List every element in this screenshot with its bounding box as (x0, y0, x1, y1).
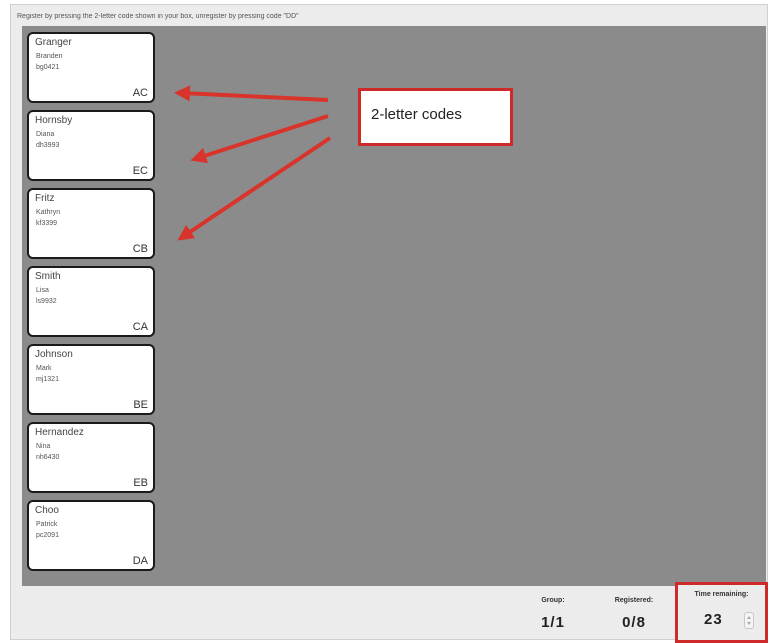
student-last-name: Granger (35, 37, 72, 48)
student-id: nh6430 (36, 454, 60, 461)
student-last-name: Johnson (35, 349, 73, 360)
student-card[interactable]: Granger Branden bg0421 AC (27, 32, 155, 103)
student-code: CB (132, 243, 148, 255)
student-last-name: Hornsby (35, 115, 73, 126)
student-card[interactable]: Smith Lisa ls9932 CA (27, 266, 155, 337)
student-id: pc2091 (36, 532, 59, 539)
student-card[interactable]: Hornsby Diana dh3993 EC (27, 110, 155, 181)
student-code: BE (133, 399, 148, 411)
student-first-name: Lisa (36, 287, 49, 294)
time-remaining-box: Time remaining: 23 (675, 582, 768, 643)
stepper-down-icon[interactable] (747, 622, 751, 625)
student-card[interactable]: Johnson Mark mj1321 BE (27, 344, 155, 415)
annotation-callout: 2-letter codes (358, 88, 513, 146)
student-id: kf3399 (36, 220, 58, 227)
registration-window: Register by pressing the 2-letter code s… (10, 4, 769, 643)
student-id: bg0421 (36, 64, 60, 71)
student-code: EB (133, 477, 148, 489)
registered-label: Registered: (614, 597, 654, 604)
student-last-name: Hernandez (35, 427, 84, 438)
student-first-name: Mark (36, 365, 52, 372)
time-stepper[interactable] (744, 612, 754, 629)
annotation-callout-text: 2-letter codes (371, 106, 462, 123)
student-first-name: Patrick (36, 521, 58, 528)
student-last-name: Fritz (35, 193, 55, 204)
student-last-name: Choo (35, 505, 59, 516)
student-id: dh3993 (36, 142, 60, 149)
student-card[interactable]: Choo Patrick pc2091 DA (27, 500, 155, 571)
student-code: AC (132, 87, 148, 99)
group-stat: Group: 1/1 (528, 597, 578, 631)
student-first-name: Branden (36, 53, 63, 60)
status-bar: Group: 1/1 Registered: 0/8 Time remainin… (11, 582, 769, 643)
group-label: Group: (541, 597, 565, 604)
student-card[interactable]: Fritz Kathryn kf3399 CB (27, 188, 155, 259)
student-id: mj1321 (36, 376, 59, 383)
registered-value: 0/8 (622, 614, 646, 631)
student-code: EC (132, 165, 148, 177)
student-code: DA (132, 555, 148, 567)
group-value: 1/1 (541, 614, 565, 631)
student-card[interactable]: Hernandez Nina nh6430 EB (27, 422, 155, 493)
time-remaining-value: 23 (704, 611, 723, 628)
instruction-text: Register by pressing the 2-letter code s… (17, 13, 299, 20)
student-first-name: Diana (36, 131, 55, 138)
student-first-name: Nina (36, 443, 51, 450)
time-remaining-label: Time remaining: (694, 591, 749, 598)
registered-stat: Registered: 0/8 (604, 597, 664, 631)
stepper-up-icon[interactable] (747, 616, 751, 619)
student-first-name: Kathryn (36, 209, 61, 216)
student-id: ls9932 (36, 298, 57, 305)
student-last-name: Smith (35, 271, 61, 282)
student-code: CA (132, 321, 148, 333)
student-panel: Granger Branden bg0421 AC Hornsby Diana … (22, 26, 766, 586)
